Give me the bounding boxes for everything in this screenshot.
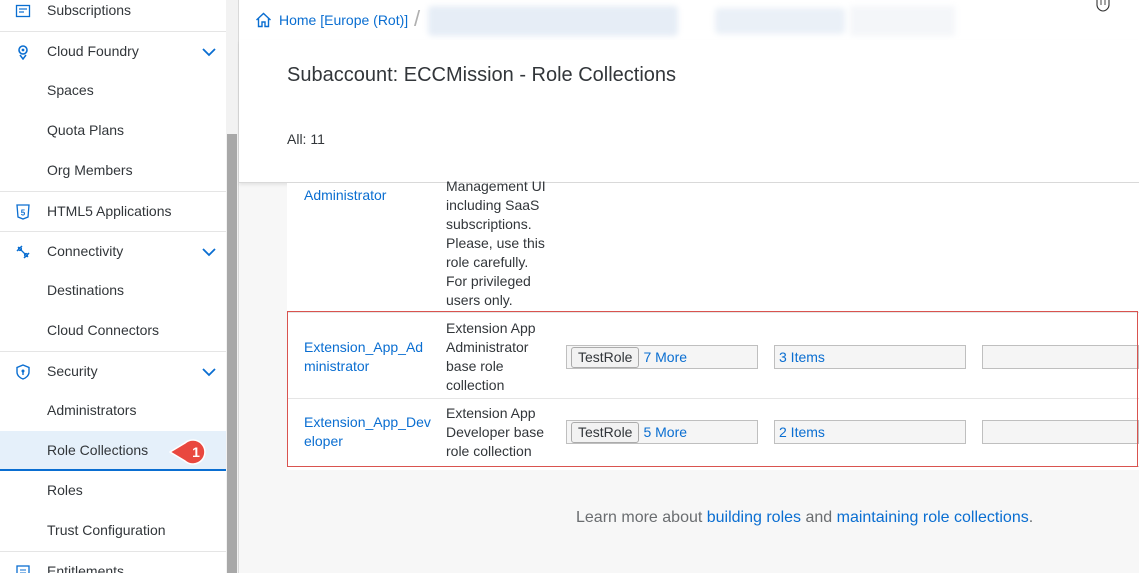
highlight-rectangle [287, 311, 1138, 467]
sidebar-item-label: Trust Configuration [47, 522, 166, 538]
sidebar-item-label: Role Collections [47, 442, 149, 458]
sidebar-item-label: Roles [47, 482, 83, 498]
subscriptions-icon [15, 3, 31, 19]
home-icon[interactable] [255, 12, 272, 28]
description-line: role carefully. [446, 254, 529, 270]
role-collection-name-link[interactable]: Administrator [304, 186, 386, 205]
breadcrumb-redacted-item [850, 6, 955, 36]
breadcrumb-separator: / [414, 6, 421, 31]
sidebar-item-org-members[interactable]: Org Members [0, 151, 226, 191]
sidebar-item-destinations[interactable]: Destinations [0, 271, 226, 311]
sidebar-scrollbar-thumb[interactable] [227, 134, 237, 573]
sidebar-item-label: Destinations [47, 282, 125, 298]
description-line: subscriptions. [446, 216, 532, 232]
sidebar-item-label: Subscriptions [47, 2, 132, 18]
svg-text:5: 5 [21, 209, 26, 218]
description-line: Please, use this [446, 235, 545, 251]
sidebar-item-label: Spaces [47, 82, 94, 98]
page-title: Subaccount: ECCMission - Role Collection… [287, 64, 677, 86]
sidebar: Subscriptions Cloud Foundry Spaces Quota… [0, 0, 239, 573]
html5-icon: 5 [15, 204, 31, 220]
sidebar-item-label: Entitlements [47, 563, 125, 573]
sidebar-item-cloud-foundry[interactable]: Cloud Foundry [0, 31, 226, 71]
chevron-down-icon[interactable] [201, 365, 217, 379]
breadcrumb-redacted-item[interactable] [428, 6, 678, 36]
sidebar-item-connectivity[interactable]: Connectivity [0, 231, 226, 271]
hand-cursor-icon [1096, 0, 1110, 12]
chevron-down-icon[interactable] [201, 245, 217, 259]
sidebar-item-label: Administrators [47, 402, 137, 418]
sidebar-item-trust-configuration[interactable]: Trust Configuration [0, 511, 226, 551]
sidebar-item-label: Cloud Connectors [47, 322, 160, 338]
breadcrumb-home-link[interactable]: Home [Europe (Rot)] [279, 12, 408, 28]
sidebar-item-roles[interactable]: Roles [0, 471, 226, 511]
sidebar-item-label: Connectivity [47, 243, 124, 259]
cloud-foundry-icon [15, 44, 31, 60]
chevron-down-icon[interactable] [201, 45, 217, 59]
sidebar-item-label: HTML5 Applications [47, 203, 172, 219]
learn-more-suffix: . [1028, 509, 1034, 526]
breadcrumb-redacted-item[interactable] [715, 8, 845, 34]
maintaining-role-collections-link[interactable]: maintaining role collections [837, 509, 1029, 526]
shield-icon [15, 364, 31, 380]
sidebar-item-cloud-connectors[interactable]: Cloud Connectors [0, 311, 226, 351]
page-header [239, 40, 1139, 183]
learn-more-middle: and [801, 509, 837, 526]
sidebar-item-html5-applications[interactable]: 5 HTML5 Applications [0, 191, 226, 231]
description-line: Management UI [446, 178, 546, 194]
description-line: users only. [446, 292, 513, 308]
learn-more-text: Learn more about building roles and main… [576, 509, 1033, 527]
sidebar-item-subscriptions[interactable]: Subscriptions [0, 0, 226, 31]
sidebar-item-label: Security [47, 363, 98, 379]
sidebar-item-administrators[interactable]: Administrators [0, 391, 226, 431]
row-count-label: All: 11 [287, 131, 325, 147]
sidebar-item-label: Cloud Foundry [47, 43, 139, 59]
description-line: including SaaS [446, 197, 540, 213]
connectivity-icon [15, 244, 31, 260]
sidebar-item-security[interactable]: Security [0, 351, 226, 391]
sidebar-item-label: Org Members [47, 162, 133, 178]
description-line: For privileged [446, 273, 531, 289]
learn-more-prefix: Learn more about [576, 509, 707, 526]
building-roles-link[interactable]: building roles [707, 509, 801, 526]
callout-number: 1 [192, 444, 200, 460]
sidebar-item-label: Quota Plans [47, 122, 125, 138]
sidebar-item-spaces[interactable]: Spaces [0, 71, 226, 111]
role-collection-description: Management UI including SaaS subscriptio… [446, 177, 556, 310]
sidebar-item-entitlements[interactable]: Entitlements [0, 551, 226, 573]
sidebar-item-quota-plans[interactable]: Quota Plans [0, 111, 226, 151]
entitlements-icon [15, 564, 31, 573]
